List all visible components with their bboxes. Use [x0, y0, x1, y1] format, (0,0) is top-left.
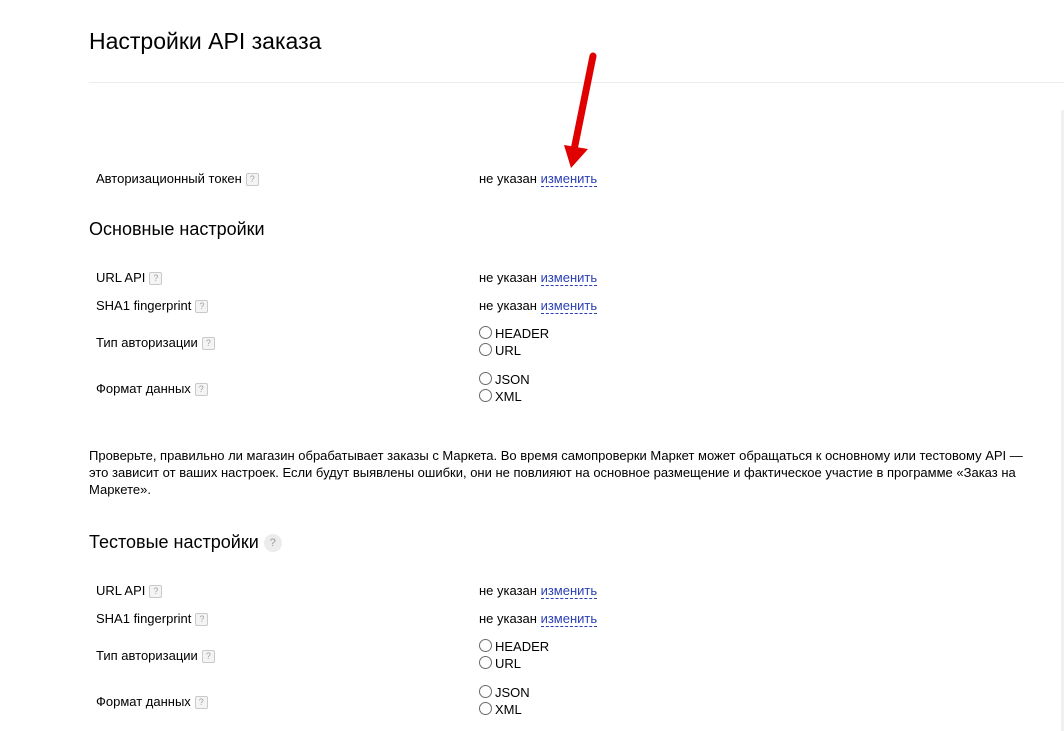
- main-format-xml-option[interactable]: XML: [479, 388, 522, 405]
- test-data-format-label: Формат данных: [96, 694, 191, 709]
- main-auth-url-option[interactable]: URL: [479, 342, 521, 359]
- self-check-note: Проверьте, правильно ли магазин обрабаты…: [89, 448, 1023, 497]
- help-icon[interactable]: ?: [195, 613, 209, 626]
- test-auth-type-row-label: Тип авторизации?: [96, 647, 215, 665]
- main-url-api-change-link[interactable]: изменить: [540, 270, 598, 286]
- test-auth-url-label: URL: [495, 656, 522, 671]
- test-sha1-value: не указан: [479, 611, 537, 626]
- main-url-api-value-row: не указан изменить: [479, 269, 598, 287]
- radio-button[interactable]: [479, 639, 492, 652]
- radio-button[interactable]: [479, 656, 492, 669]
- help-icon[interactable]: ?: [201, 337, 215, 350]
- test-sha1-change-link[interactable]: изменить: [540, 611, 598, 627]
- test-format-xml-label: XML: [495, 702, 522, 717]
- test-settings-title-row: Тестовые настройки?: [89, 531, 282, 553]
- radio-button[interactable]: [479, 389, 492, 402]
- test-sha1-row-label: SHA1 fingerprint?: [96, 610, 209, 628]
- test-auth-header-label: HEADER: [495, 639, 550, 654]
- main-sha1-row-label: SHA1 fingerprint?: [96, 297, 209, 315]
- main-sha1-value: не указан: [479, 298, 537, 313]
- main-format-xml-label: XML: [495, 389, 522, 404]
- radio-button[interactable]: [479, 702, 492, 715]
- test-auth-url-option[interactable]: URL: [479, 655, 521, 672]
- main-data-format-row-label: Формат данных?: [96, 380, 208, 398]
- help-icon[interactable]: ?: [149, 585, 163, 598]
- help-icon[interactable]: ?: [194, 383, 208, 396]
- test-url-api-change-link[interactable]: изменить: [540, 583, 598, 599]
- test-auth-header-option[interactable]: HEADER: [479, 638, 549, 655]
- main-sha1-change-link[interactable]: изменить: [540, 298, 598, 314]
- test-sha1-label: SHA1 fingerprint: [96, 611, 192, 626]
- help-icon[interactable]: ?: [263, 534, 282, 552]
- main-settings-title: Основные настройки: [89, 219, 265, 239]
- main-data-format-label: Формат данных: [96, 381, 191, 396]
- main-auth-header-option[interactable]: HEADER: [479, 325, 549, 342]
- main-auth-type-label: Тип авторизации: [96, 335, 198, 350]
- main-auth-header-label: HEADER: [495, 326, 550, 341]
- test-format-json-label: JSON: [495, 685, 530, 700]
- main-auth-type-row-label: Тип авторизации?: [96, 334, 215, 352]
- auth-token-row-label: Авторизационный токен?: [96, 170, 259, 188]
- test-sha1-value-row: не указан изменить: [479, 610, 598, 628]
- page-title: Настройки API заказа: [89, 28, 322, 54]
- help-icon[interactable]: ?: [194, 696, 208, 709]
- test-url-api-value-row: не указан изменить: [479, 582, 598, 600]
- help-icon[interactable]: ?: [195, 300, 209, 313]
- main-sha1-value-row: не указан изменить: [479, 297, 598, 315]
- auth-token-change-link[interactable]: изменить: [540, 171, 598, 187]
- radio-button[interactable]: [479, 326, 492, 339]
- test-url-api-label: URL API: [96, 583, 146, 598]
- test-format-xml-option[interactable]: XML: [479, 701, 522, 718]
- test-format-json-option[interactable]: JSON: [479, 684, 530, 701]
- help-icon[interactable]: ?: [149, 272, 163, 285]
- help-icon[interactable]: ?: [201, 650, 215, 663]
- main-format-json-label: JSON: [495, 372, 530, 387]
- radio-button[interactable]: [479, 372, 492, 385]
- test-auth-type-label: Тип авторизации: [96, 648, 198, 663]
- main-sha1-label: SHA1 fingerprint: [96, 298, 192, 313]
- main-url-api-label: URL API: [96, 270, 146, 285]
- radio-button[interactable]: [479, 685, 492, 698]
- auth-token-value-row: не указан изменить: [479, 170, 598, 188]
- auth-token-label: Авторизационный токен: [96, 171, 242, 186]
- test-data-format-row-label: Формат данных?: [96, 693, 208, 711]
- radio-button[interactable]: [479, 343, 492, 356]
- auth-token-value: не указан: [479, 171, 537, 186]
- test-url-api-value: не указан: [479, 583, 537, 598]
- main-format-json-option[interactable]: JSON: [479, 371, 530, 388]
- main-url-api-value: не указан: [479, 270, 537, 285]
- test-url-api-row-label: URL API?: [96, 582, 163, 600]
- main-auth-url-label: URL: [495, 343, 522, 358]
- main-url-api-row-label: URL API?: [96, 269, 163, 287]
- red-arrow-annotation: [564, 52, 597, 168]
- test-settings-title: Тестовые настройки: [89, 532, 259, 552]
- help-icon[interactable]: ?: [245, 173, 259, 186]
